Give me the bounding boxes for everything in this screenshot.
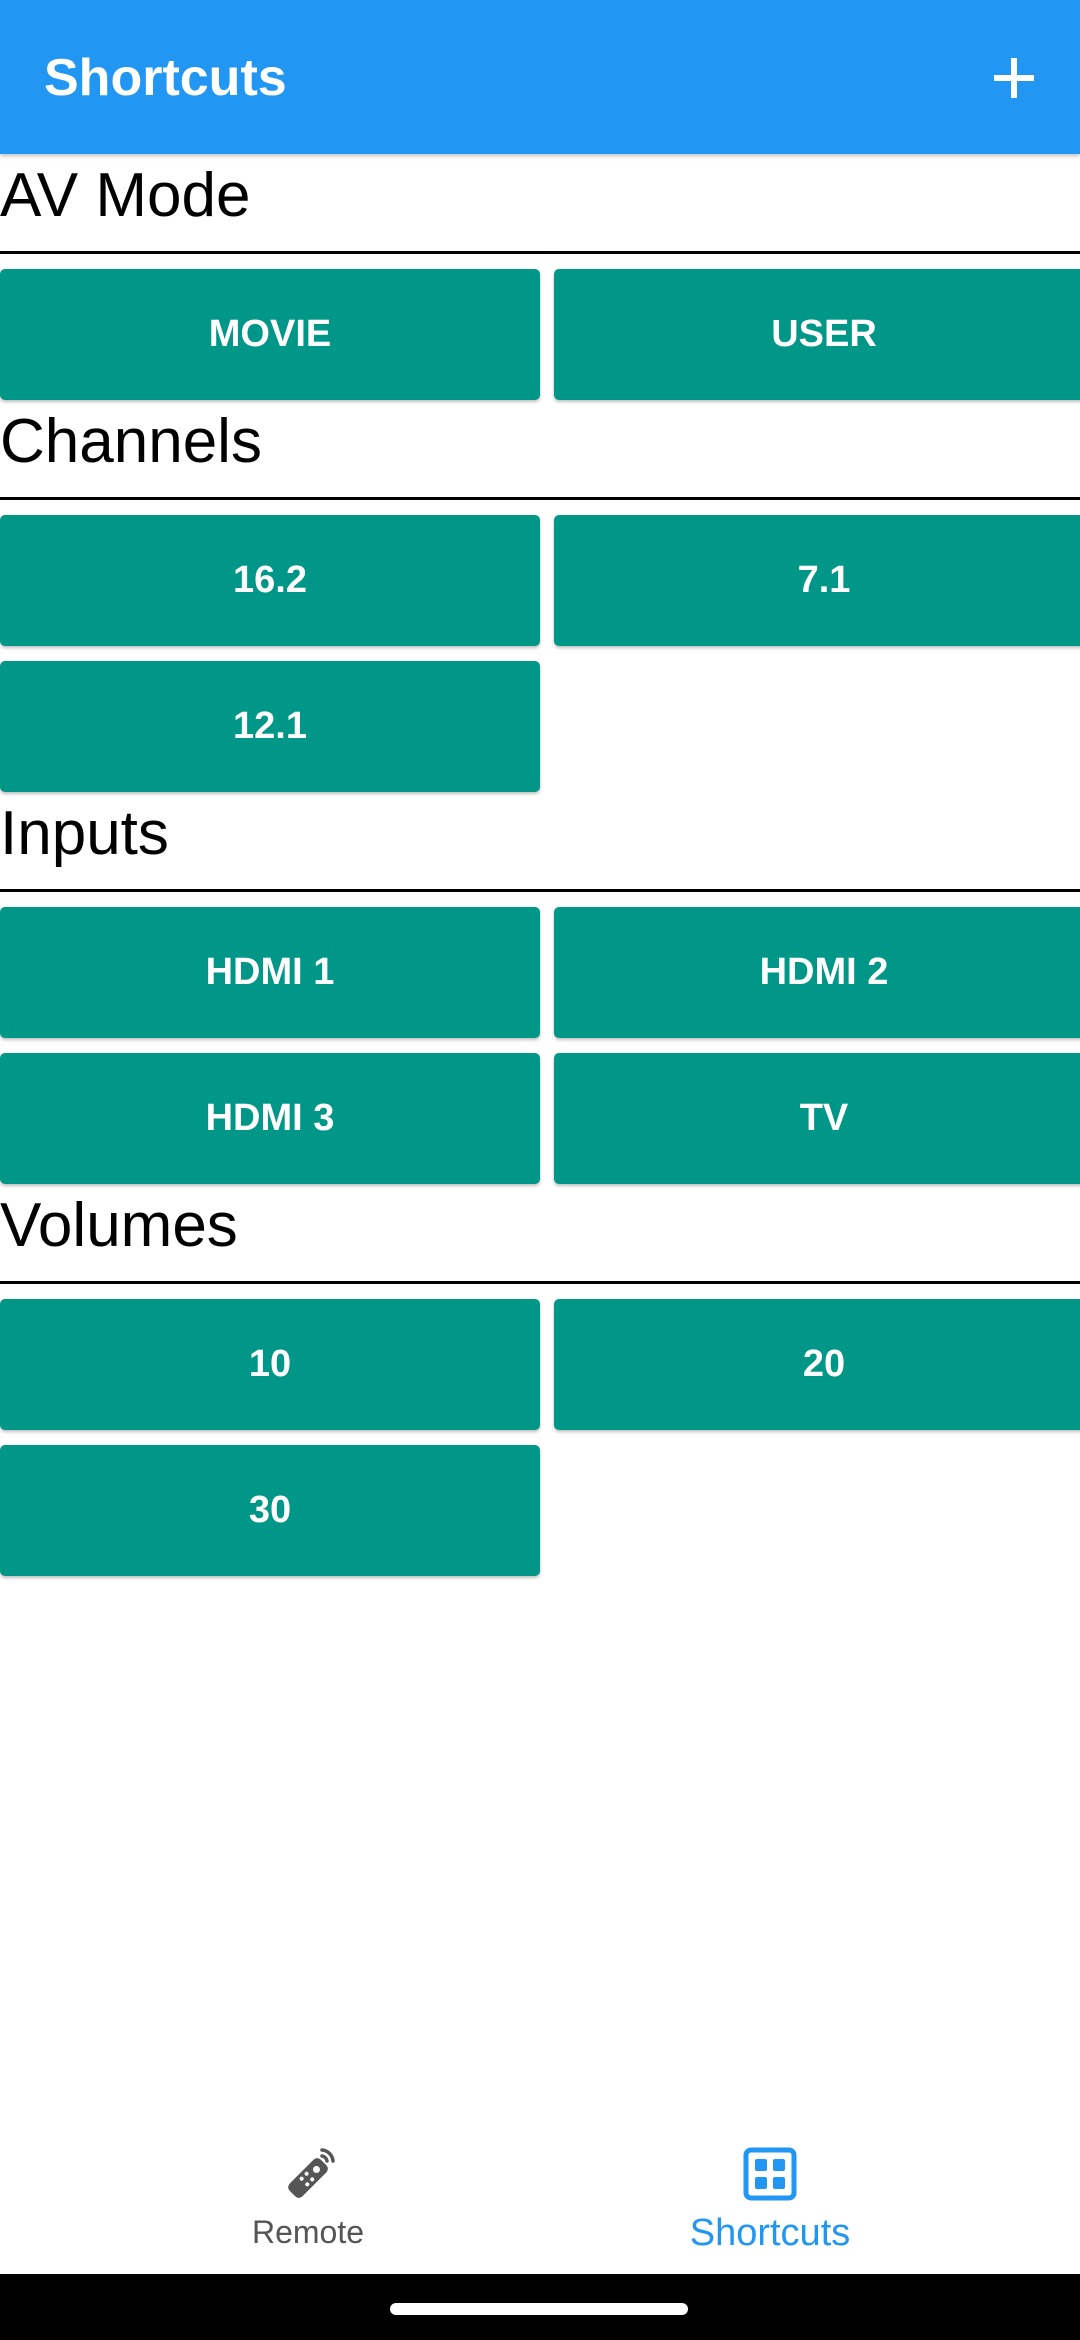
section-title: Volumes <box>0 1191 238 1260</box>
add-shortcut-button[interactable] <box>982 40 1046 116</box>
button-grid: MOVIE USER <box>0 254 1080 400</box>
shortcuts-list: AV Mode MOVIE USER Channels 16.2 7.1 12.… <box>0 154 1080 1576</box>
nav-item-remote[interactable]: Remote <box>208 2114 408 2274</box>
button-grid: 10 20 30 <box>0 1284 1080 1576</box>
section-header: Channels <box>0 400 1080 500</box>
app-bar: Shortcuts <box>0 0 1080 154</box>
section-volumes: Volumes 10 20 30 <box>0 1184 1080 1576</box>
section-av-mode: AV Mode MOVIE USER <box>0 154 1080 400</box>
shortcut-button-hdmi-3[interactable]: HDMI 3 <box>0 1053 540 1184</box>
grid-icon <box>743 2147 797 2201</box>
nav-label-shortcuts: Shortcuts <box>689 2212 851 2254</box>
bottom-navigation: Remote Shortcuts <box>0 2114 1080 2274</box>
nav-label-remote: Remote <box>251 2214 365 2250</box>
shortcut-button-volume-10[interactable]: 10 <box>0 1299 540 1430</box>
section-header: AV Mode <box>0 154 1080 254</box>
shortcut-button-channel-16-2[interactable]: 16.2 <box>0 515 540 646</box>
page-title: Shortcuts <box>44 49 287 107</box>
shortcut-button-user[interactable]: USER <box>554 269 1080 400</box>
shortcut-button-tv[interactable]: TV <box>554 1053 1080 1184</box>
section-title: Inputs <box>0 799 169 868</box>
shortcut-button-hdmi-1[interactable]: HDMI 1 <box>0 907 540 1038</box>
shortcut-button-volume-30[interactable]: 30 <box>0 1445 540 1576</box>
home-gesture-handle[interactable] <box>390 2303 688 2315</box>
section-header: Volumes <box>0 1184 1080 1284</box>
section-title: AV Mode <box>0 161 251 230</box>
shortcut-button-channel-7-1[interactable]: 7.1 <box>554 515 1080 646</box>
button-grid: 16.2 7.1 12.1 <box>0 500 1080 792</box>
section-inputs: Inputs HDMI 1 HDMI 2 HDMI 3 TV <box>0 792 1080 1184</box>
button-grid: HDMI 1 HDMI 2 HDMI 3 TV <box>0 892 1080 1184</box>
shortcut-button-channel-12-1[interactable]: 12.1 <box>0 661 540 792</box>
shortcut-button-volume-20[interactable]: 20 <box>554 1299 1080 1430</box>
nav-item-shortcuts[interactable]: Shortcuts <box>670 2114 870 2274</box>
plus-icon <box>994 58 1034 98</box>
remote-control-icon <box>288 2148 335 2198</box>
shortcut-button-hdmi-2[interactable]: HDMI 2 <box>554 907 1080 1038</box>
section-header: Inputs <box>0 792 1080 892</box>
section-channels: Channels 16.2 7.1 12.1 <box>0 400 1080 792</box>
section-title: Channels <box>0 407 262 476</box>
system-navigation-bar <box>0 2274 1080 2340</box>
shortcut-button-movie[interactable]: MOVIE <box>0 269 540 400</box>
